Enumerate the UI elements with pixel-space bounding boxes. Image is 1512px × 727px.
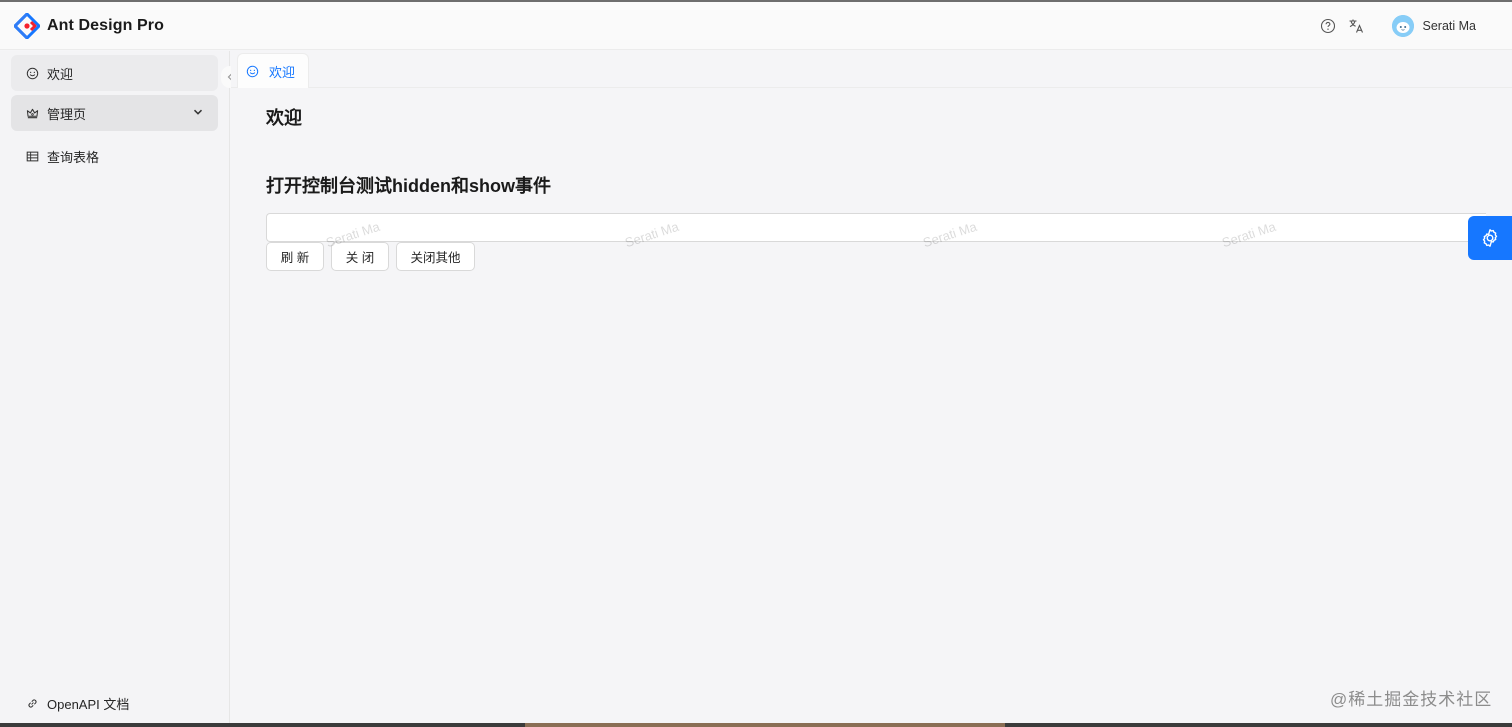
chevron-down-icon (193, 109, 203, 115)
sidebar-item-label: 欢迎 (47, 66, 74, 82)
close-button[interactable]: 关 闭 (331, 242, 389, 271)
brand[interactable]: Ant Design Pro (14, 12, 164, 39)
source-watermark: @稀土掘金技术社区 (1330, 690, 1493, 709)
tab-bar: 欢迎 (231, 51, 1512, 88)
gear-icon (1482, 229, 1498, 247)
settings-drawer-button[interactable] (1468, 216, 1512, 260)
link-icon (25, 696, 39, 710)
page-title: 欢迎 (266, 108, 302, 128)
sidebar-item-label: 查询表格 (47, 149, 100, 165)
translate-icon[interactable] (1342, 12, 1370, 40)
sidebar-link-openapi[interactable]: OpenAPI 文档 (11, 685, 218, 721)
close-others-button[interactable]: 关闭其他 (396, 242, 475, 271)
smile-icon (246, 65, 259, 77)
sidebar-item-table-list[interactable]: 查询表格 (11, 138, 218, 174)
bottom-strip (0, 723, 1512, 727)
table-icon (25, 149, 39, 163)
help-icon[interactable] (1314, 12, 1342, 40)
top-header: Ant Design Pro Serati Ma (0, 2, 1512, 50)
tab-welcome[interactable]: 欢迎 (237, 53, 309, 88)
user-menu[interactable]: Serati Ma (1391, 14, 1477, 37)
smile-icon (25, 66, 39, 80)
sidebar-item-label: 管理页 (47, 106, 87, 122)
crown-icon (25, 106, 39, 120)
sidebar-item-admin[interactable]: 管理页 (11, 95, 218, 131)
ant-design-logo-icon (14, 12, 40, 39)
avatar (1391, 14, 1414, 37)
tab-label: 欢迎 (269, 64, 296, 80)
app-title: Ant Design Pro (47, 16, 164, 34)
sidebar-footer-label: OpenAPI 文档 (47, 696, 130, 712)
refresh-button[interactable]: 刷 新 (266, 242, 324, 271)
sidebar-item-welcome[interactable]: 欢迎 (11, 55, 218, 91)
text-input[interactable] (266, 213, 1486, 242)
section-title: 打开控制台测试hidden和show事件 (266, 176, 551, 196)
user-name: Serati Ma (1422, 18, 1477, 33)
sidebar: 欢迎 管理页 查询表格 OpenAPI 文档 (0, 51, 230, 725)
